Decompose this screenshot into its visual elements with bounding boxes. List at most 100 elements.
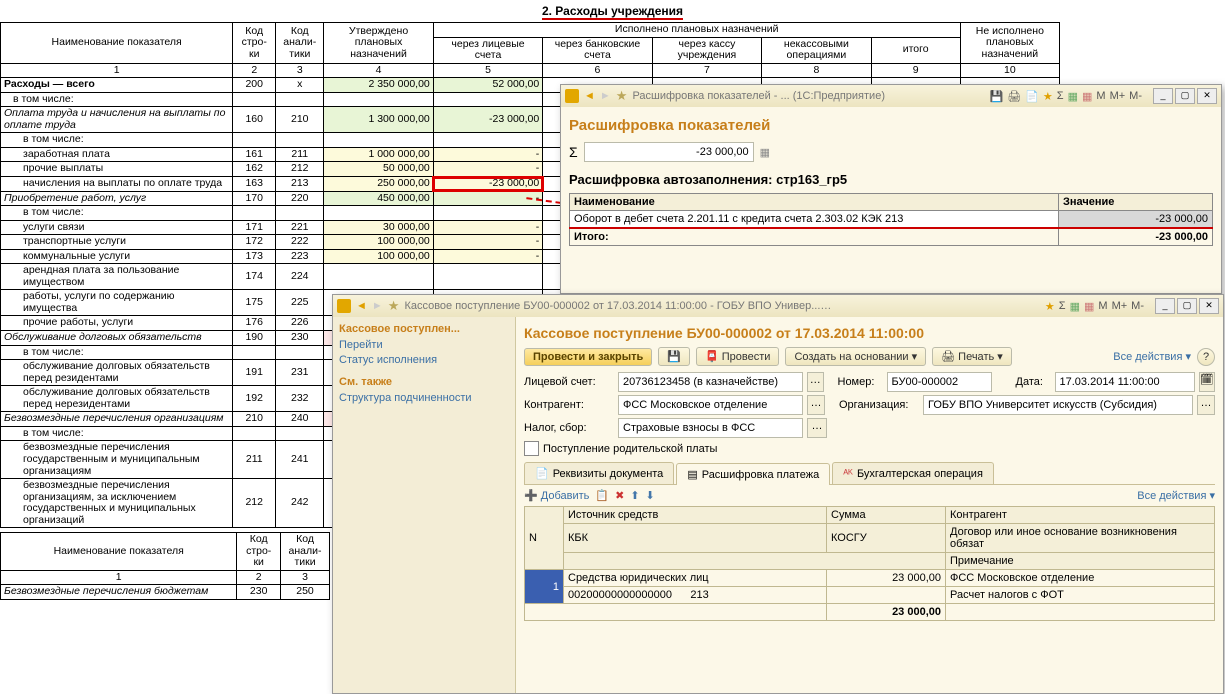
org-input[interactable] [923,395,1193,415]
window-decode: ◄ ► ★ Расшифровка показателей - ... (1С:… [560,84,1222,294]
up-icon[interactable]: ⬆ [630,489,639,502]
parent-pay-checkbox[interactable] [524,441,539,456]
min-button[interactable]: _ [1155,298,1175,314]
h-row: Код стро- ки [233,23,276,64]
sigma-icon: Σ [569,144,578,160]
payment-grid[interactable]: N Источник средств Сумма Контрагент КБК … [524,506,1215,621]
grid-icon[interactable]: ▦ [1082,90,1092,103]
row-contr[interactable]: ФСС Московское отделение [946,570,1215,587]
detail-table: НаименованиеЗначение Оборот в дебет счет… [569,193,1213,246]
help-button[interactable]: ? [1197,348,1215,366]
sum-icon[interactable]: Σ [1057,90,1064,102]
star2-icon[interactable]: ★ [1043,90,1053,103]
nav-back-icon[interactable]: ◄ [356,300,367,312]
all-actions-link[interactable]: Все действия ▾ [1113,350,1191,363]
calc-icon[interactable]: ▦ [1068,90,1078,103]
window-cash: ◄ ► ★ Кассовое поступление БУ00-000002 о… [332,294,1224,694]
sum-icon[interactable]: Σ [1059,300,1066,312]
tab-detail[interactable]: ▤ Расшифровка платежа [676,463,830,485]
h-anal: Код анали- тики [276,23,324,64]
all-actions2[interactable]: Все действия ▾ [1137,489,1215,502]
parent-pay-label: Поступление родительской платы [543,443,717,455]
row-name: Оплата труда и начисления на выплаты по … [1,107,233,133]
calc-icon[interactable]: ▦ [1070,300,1080,313]
num-input[interactable] [887,372,992,392]
mm-btn[interactable]: M- [1129,90,1142,102]
win1-heading: Расшифровка показателей [569,117,1213,134]
win2-title: Кассовое поступление БУ00-000002 от 17.0… [404,300,834,312]
row-name: услуги связи [1,220,233,235]
mm-btn[interactable]: M- [1131,300,1144,312]
org-select[interactable]: … [1197,395,1215,415]
m-btn[interactable]: M [1096,90,1105,102]
down-icon[interactable]: ⬇ [646,489,655,502]
nav-fwd-icon[interactable]: ► [372,300,383,312]
date-select[interactable]: 🗓 [1199,372,1216,392]
delete-icon[interactable]: ✖ [615,489,624,502]
nav-fwd-icon[interactable]: ► [600,90,611,102]
contr-input[interactable] [618,395,803,415]
star-icon[interactable]: ★ [616,88,628,104]
copy-icon[interactable]: 📋 [595,489,609,502]
max-button[interactable]: ▢ [1177,298,1197,314]
min-button[interactable]: _ [1153,88,1173,104]
row-num[interactable]: 1 [525,570,564,604]
print-button[interactable]: 🖨 Печать ▾ [932,347,1012,366]
win1-sub: Расшифровка автозаполнения: стр163_гр5 [569,172,1213,187]
max-button[interactable]: ▢ [1175,88,1195,104]
print-icon[interactable]: 🖨 [1007,90,1021,103]
tab-acct[interactable]: ᴬᴷ Бухгалтерская операция [832,462,994,484]
create-based-button[interactable]: Создать на основании ▾ [785,347,926,366]
calc2-icon[interactable]: ▦ [760,146,770,159]
star-icon[interactable]: ★ [388,298,400,314]
row-name: в том числе: [1,133,233,148]
titlebar-1[interactable]: ◄ ► ★ Расшифровка показателей - ... (1С:… [561,85,1221,107]
detail-name[interactable]: Оборот в дебет счета 2.201.11 с кредита … [570,211,1059,229]
detail-val[interactable]: -23 000,00 [1059,211,1213,229]
close-button[interactable]: ✕ [1199,298,1219,314]
app-icon [337,299,351,313]
doc-icon[interactable]: 📄 [1025,90,1039,103]
star2-icon[interactable]: ★ [1045,300,1055,313]
sigma-input[interactable] [584,142,754,162]
titlebar-2[interactable]: ◄ ► ★ Кассовое поступление БУ00-000002 о… [333,295,1223,317]
grid-icon[interactable]: ▦ [1084,300,1094,313]
row-name: безвозмездные перечисления организациям,… [1,479,233,528]
nalog-select[interactable]: … [807,418,827,438]
row-name: прочие работы, услуги [1,316,233,331]
row-name: в том числе: [1,426,233,441]
add-button[interactable]: ➕ Добавить [524,489,589,502]
h-appr: Утверждено плановых назначений [324,23,433,64]
mp-btn[interactable]: M+ [1112,300,1128,312]
sidebar-link-struct[interactable]: Структура подчиненности [339,392,509,404]
row-name: начисления на выплаты по оплате труда [1,177,233,192]
h-nekass: некассовыми операциями [762,37,871,63]
row-dog[interactable]: Расчет налогов с ФОТ [946,587,1215,604]
row-sum[interactable]: 23 000,00 [827,570,946,587]
close-button[interactable]: ✕ [1197,88,1217,104]
save-icon-button[interactable]: 💾 [658,347,690,366]
h-lic: через лицевые счета [433,37,542,63]
row-src[interactable]: Средства юридических лиц [564,570,827,587]
h-kassa: через кассу учреждения [652,37,761,63]
nav-back-icon[interactable]: ◄ [584,90,595,102]
row-name: коммунальные услуги [1,249,233,264]
date-input[interactable] [1055,372,1195,392]
sidebar-link-goto[interactable]: Перейти [339,339,509,351]
h-exec: Исполнено плановых назначений [433,23,960,38]
row-name: обслуживание долговых обязательств перед… [1,360,233,386]
post-close-button[interactable]: Провести и закрыть [524,348,652,366]
sidebar-link-status[interactable]: Статус исполнения [339,354,509,366]
contr-select[interactable]: … [807,395,825,415]
sidebar-hdr2: См. также [339,376,509,388]
lic-input[interactable] [618,372,803,392]
save-icon[interactable]: 💾 [990,90,1004,103]
nalog-input[interactable] [618,418,803,438]
post-button[interactable]: 📮 Провести [696,347,779,366]
lic-select[interactable]: … [807,372,824,392]
mp-btn[interactable]: M+ [1110,90,1126,102]
row-name: Обслуживание долговых обязательств [1,331,233,346]
row-name: в том числе: [1,92,233,107]
m-btn[interactable]: M [1098,300,1107,312]
tab-req[interactable]: 📄 Реквизиты документа [524,462,674,484]
